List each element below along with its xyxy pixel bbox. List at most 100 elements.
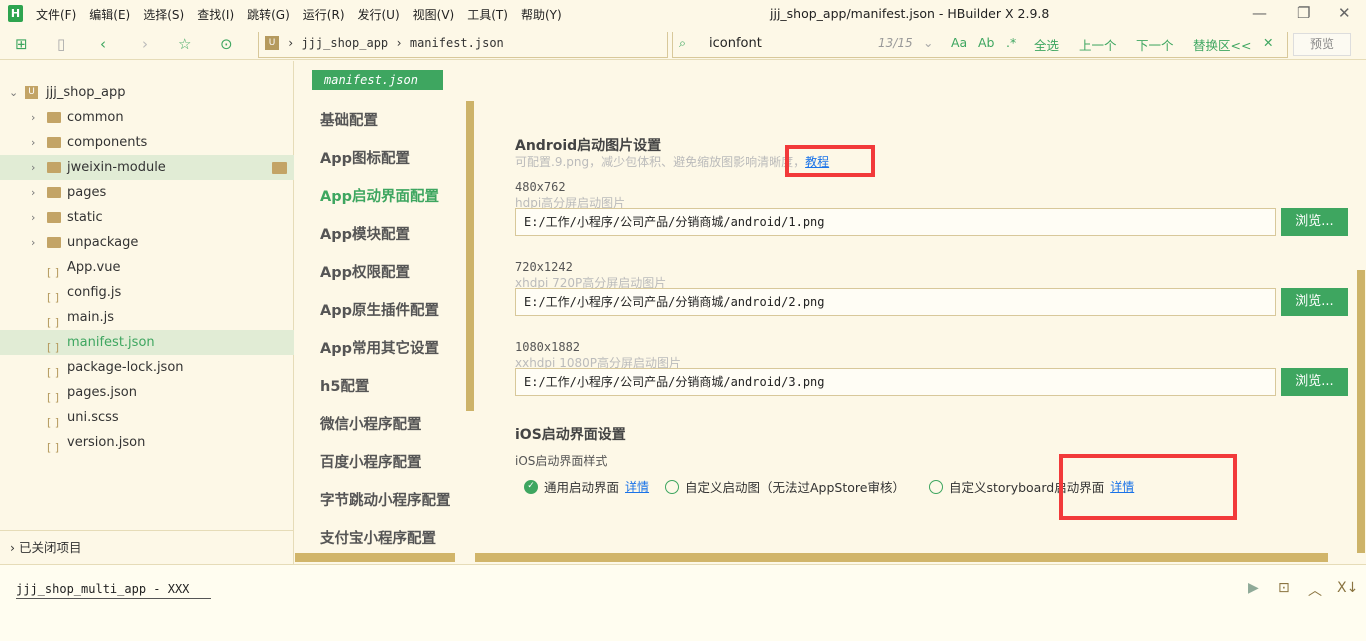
tree-item[interactable]: [ ] App.vue [0, 255, 294, 280]
nav-hscrollbar[interactable] [295, 553, 455, 562]
tree-item[interactable]: [ ] manifest.json [0, 330, 294, 355]
folder-icon [47, 137, 61, 148]
match-count: 13/15 [878, 36, 913, 50]
menu-view[interactable]: 视图(V) [413, 6, 455, 23]
next-match-button[interactable]: 下一个 [1136, 35, 1174, 54]
menu-publish[interactable]: 发行(U) [358, 6, 400, 23]
nav-item[interactable]: 支付宝小程序配置 [320, 527, 436, 548]
tab-manifest[interactable]: manifest.json [312, 70, 443, 90]
tree-item[interactable]: [ ] pages.json [0, 380, 294, 405]
check-icon: ✓ [524, 479, 538, 494]
radio-custom-image[interactable]: 自定义启动图（无法过AppStore审核） [665, 477, 905, 496]
tree-item[interactable]: [ ] config.js [0, 280, 294, 305]
android-section-title: Android启动图片设置 [515, 138, 662, 154]
new-terminal-icon[interactable]: ⊡ [1278, 580, 1290, 596]
nav-scrollbar[interactable] [466, 101, 474, 411]
content-hscrollbar[interactable] [475, 553, 1328, 562]
folder-icon [47, 112, 61, 123]
project-explorer: ⌄ U jjj_shop_app › common › components › jwei… [0, 61, 294, 564]
folder-icon [272, 162, 287, 174]
browse-button[interactable]: 浏览... [1281, 368, 1348, 396]
nav-item[interactable]: App模块配置 [320, 223, 410, 244]
close-icon[interactable]: ✕ [1338, 4, 1351, 22]
tree-item[interactable]: › pages [0, 180, 294, 205]
image-path-input[interactable]: E:/工作/小程序/公司产品/分销商城/android/2.png [515, 288, 1276, 316]
nav-item[interactable]: App原生插件配置 [320, 299, 439, 320]
menu-select[interactable]: 选择(S) [143, 6, 184, 23]
prev-match-button[interactable]: 上一个 [1079, 35, 1117, 54]
details-link[interactable]: 详情 [625, 478, 649, 495]
nav-item[interactable]: 微信小程序配置 [320, 413, 422, 434]
folder-icon [47, 212, 61, 223]
image-path-input[interactable]: E:/工作/小程序/公司产品/分销商城/android/1.png [515, 208, 1276, 236]
regex-toggle[interactable]: .* [1006, 35, 1016, 50]
run-icon[interactable]: ⊙ [220, 35, 233, 53]
minimize-icon[interactable]: — [1252, 4, 1267, 22]
terminal-panel [0, 564, 1366, 641]
nav-item[interactable]: h5配置 [320, 375, 369, 396]
folder-icon [47, 187, 61, 198]
title-bar: H 文件(F) 编辑(E) 选择(S) 查找(I) 跳转(G) 运行(R) 发行… [0, 0, 1366, 28]
nav-item[interactable]: 百度小程序配置 [320, 451, 422, 472]
chevron-down-icon: ⌄ [9, 86, 19, 99]
size-label: 720x1242 [515, 260, 573, 274]
tree-item[interactable]: › unpackage [0, 230, 294, 255]
nav-item[interactable]: App常用其它设置 [320, 337, 439, 358]
play-icon[interactable]: ▶ [1248, 580, 1259, 596]
menu-find[interactable]: 查找(I) [197, 6, 234, 23]
chevron-up-icon[interactable]: ︿ [1308, 580, 1322, 600]
image-path-input[interactable]: E:/工作/小程序/公司产品/分销商城/android/3.png [515, 368, 1276, 396]
breadcrumb-file[interactable]: manifest.json [410, 36, 504, 50]
project-icon: U [25, 86, 38, 99]
chevron-down-icon[interactable]: ⌄ [923, 35, 933, 50]
menu-run[interactable]: 运行(R) [303, 6, 345, 23]
project-root[interactable]: ⌄ U jjj_shop_app [0, 80, 294, 105]
tree-item[interactable]: [ ] uni.scss [0, 405, 294, 430]
forward-icon[interactable]: › [142, 35, 148, 53]
chevron-right-icon: › [31, 186, 36, 199]
close-find-button[interactable]: ✕ [1263, 35, 1273, 50]
tree-item[interactable]: [ ] version.json [0, 430, 294, 455]
back-icon[interactable]: ‹ [100, 35, 106, 53]
terminal-tab[interactable]: jjj_shop_multi_app - XXX [16, 582, 211, 599]
tree-item[interactable]: › jweixin-module [0, 155, 294, 180]
nav-item[interactable]: 字节跳动小程序配置 [320, 489, 451, 510]
menu-file[interactable]: 文件(F) [36, 6, 76, 23]
tree-item[interactable]: [ ] package-lock.json [0, 355, 294, 380]
clear-icon[interactable]: X↓ [1337, 580, 1358, 596]
menu-help[interactable]: 帮助(Y) [521, 6, 562, 23]
browse-button[interactable]: 浏览... [1281, 288, 1348, 316]
menu-edit[interactable]: 编辑(E) [89, 6, 130, 23]
tree-item[interactable]: › components [0, 130, 294, 155]
closed-projects[interactable]: › 已关闭项目 [0, 530, 294, 560]
new-file-icon[interactable]: ⊞ [15, 35, 28, 53]
star-icon[interactable]: ☆ [178, 35, 191, 53]
tree-item[interactable]: [ ] main.js [0, 305, 294, 330]
tree-item[interactable]: › common [0, 105, 294, 130]
find-bar: ⌕ iconfont 13/15 ⌄ Aa Ab .* 全选 上一个 下一个 替… [672, 32, 1288, 58]
window-title: jjj_shop_app/manifest.json - HBuilder X … [770, 6, 1050, 21]
breadcrumb-project[interactable]: jjj_shop_app [301, 36, 388, 50]
breadcrumb: U › jjj_shop_app › manifest.json [258, 32, 668, 58]
nav-item[interactable]: App权限配置 [320, 261, 410, 282]
chevron-right-icon: › [31, 136, 36, 149]
search-input[interactable]: iconfont [709, 36, 762, 51]
nav-item[interactable]: App图标配置 [320, 147, 410, 168]
save-icon[interactable]: ▯ [57, 35, 65, 53]
browse-button[interactable]: 浏览... [1281, 208, 1348, 236]
toggle-replace-button[interactable]: 替换区<< [1193, 35, 1251, 54]
nav-item[interactable]: App启动界面配置 [320, 185, 439, 206]
match-case-toggle[interactable]: Aa [951, 35, 967, 50]
menu-tools[interactable]: 工具(T) [467, 6, 508, 23]
radio-common[interactable]: ✓ 通用启动界面 详情 [524, 477, 649, 496]
size-label: 480x762 [515, 180, 566, 194]
whole-word-toggle[interactable]: Ab [978, 35, 995, 50]
restore-icon[interactable]: ❐ [1297, 4, 1310, 22]
tree-item[interactable]: › static [0, 205, 294, 230]
menu-goto[interactable]: 跳转(G) [247, 6, 290, 23]
content-scrollbar[interactable] [1357, 270, 1365, 553]
preview-button[interactable]: 预览 [1293, 33, 1351, 56]
highlight-box [1059, 454, 1237, 520]
nav-item[interactable]: 基础配置 [320, 109, 378, 130]
select-all-button[interactable]: 全选 [1034, 35, 1059, 54]
